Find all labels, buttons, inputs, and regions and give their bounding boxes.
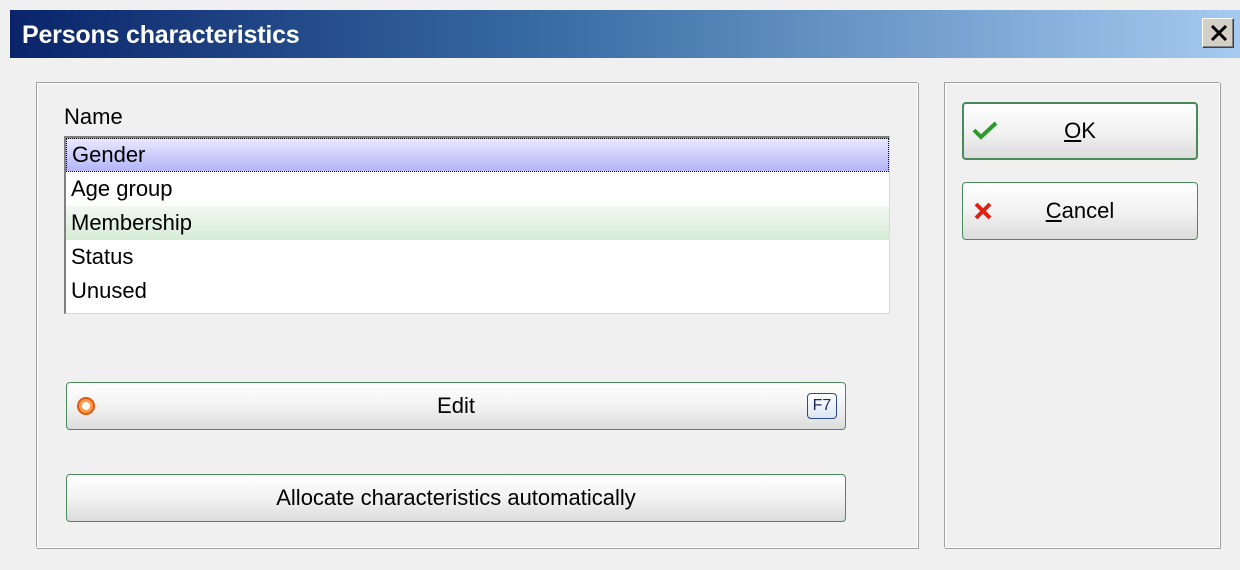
f7-shortcut-badge: F7 <box>807 393 837 419</box>
ok-button-label: OK <box>964 104 1196 158</box>
list-item-unused[interactable]: Unused <box>66 274 889 308</box>
allocate-automatically-button[interactable]: Allocate characteristics automatically <box>66 474 846 522</box>
list-item-gender[interactable]: Gender <box>66 138 889 172</box>
window-title: Persons characteristics <box>22 21 300 49</box>
allocate-button-label: Allocate characteristics automatically <box>276 485 636 510</box>
ok-mnemonic: O <box>1064 118 1082 143</box>
list-item-age-group[interactable]: Age group <box>66 172 889 206</box>
list-label: Name <box>64 104 123 129</box>
cancel-button-label: Cancel <box>963 183 1197 239</box>
title-bar: Persons characteristics <box>10 10 1240 58</box>
cancel-button[interactable]: Cancel <box>962 182 1198 240</box>
edit-button[interactable]: Edit F7 <box>66 382 846 430</box>
list-item-status[interactable]: Status <box>66 240 889 274</box>
close-icon <box>1210 25 1228 41</box>
ok-button[interactable]: OK <box>962 102 1198 160</box>
edit-button-label: Edit <box>437 393 475 418</box>
cancel-label-rest: ancel <box>1061 198 1115 223</box>
close-button[interactable] <box>1202 18 1234 48</box>
list-item-membership[interactable]: Membership <box>66 206 889 240</box>
characteristics-listbox[interactable]: Gender Age group Membership Status Unuse… <box>64 136 890 314</box>
cancel-mnemonic: C <box>1045 198 1062 223</box>
ok-label-rest: K <box>1081 118 1096 143</box>
